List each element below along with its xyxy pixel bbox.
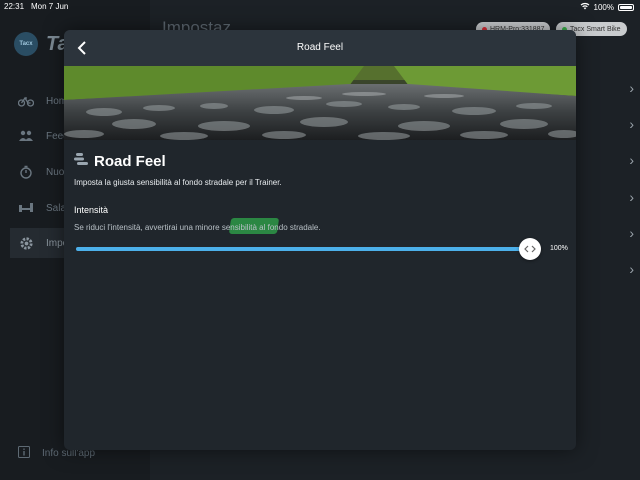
modal-header: Road Feel [64,30,576,66]
sidebar-item-label: Sala [46,202,67,214]
chevron-right-icon[interactable]: › [629,152,634,168]
battery-icon [618,3,634,11]
heading-text: Road Feel [94,152,166,170]
section-heading: Road Feel [74,152,166,170]
intensity-slider-fill [76,247,530,251]
road-feel-icon [74,152,88,170]
drag-handle-icon [524,245,536,253]
intensity-description: Se riduci l'intensità, avvertirai una mi… [74,223,321,232]
chevron-right-icon[interactable]: › [629,189,634,205]
status-time: 22:31 [4,2,25,11]
logo-badge: Tacx [14,32,38,56]
modal-title: Road Feel [296,42,344,53]
timer-icon [18,164,34,180]
info-icon [18,446,30,461]
status-right: 100% [580,2,634,12]
modal-description: Imposta la giusta sensibilità al fondo s… [74,178,282,187]
intensity-label: Intensità [74,205,109,215]
gear-icon [18,235,34,251]
app-logo: Tacx Ta [14,32,69,56]
cobblestone-banner-image [64,66,576,140]
chevron-right-icon[interactable]: › [629,261,634,277]
chip-label: Tacx Smart Bike [570,25,621,33]
road-feel-modal: Road Feel Road Feel Imposta la giusta se… [64,30,576,450]
dumbbell-icon [18,200,34,216]
battery-percent: 100% [593,2,614,12]
bike-icon [18,93,34,109]
chevron-right-icon[interactable]: › [629,116,634,132]
intensity-value: 100% [550,245,568,252]
wifi-icon [580,2,590,12]
status-date: Mon 7 Jun [31,2,69,11]
intensity-slider-thumb[interactable] [519,238,541,260]
intensity-slider-track[interactable] [76,247,530,251]
chevron-right-icon[interactable]: › [629,225,634,241]
people-icon [18,128,34,144]
status-bar: 22:31 Mon 7 Jun 100% [0,0,640,14]
chevron-right-icon[interactable]: › [629,80,634,96]
